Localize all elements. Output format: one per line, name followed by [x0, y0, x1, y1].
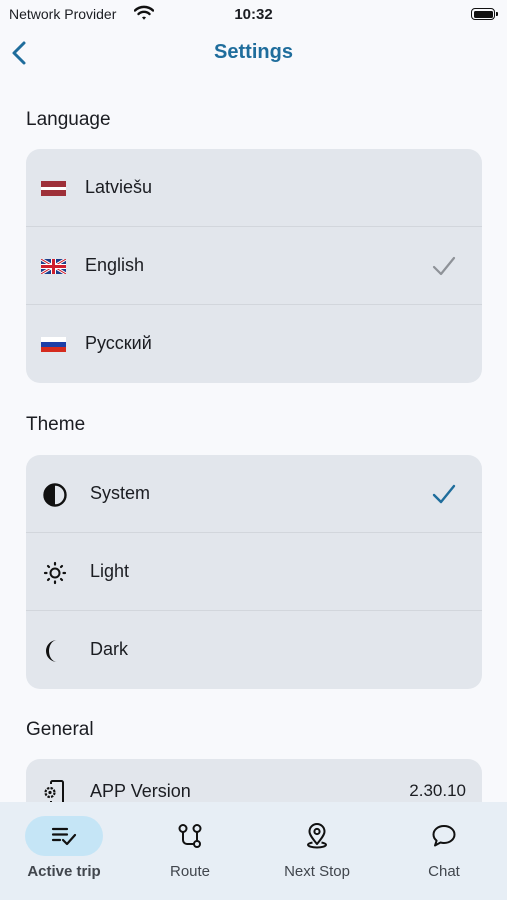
theme-option-dark[interactable]: Dark — [26, 611, 482, 689]
theme-list: System Light Dark — [26, 455, 482, 689]
moon-icon — [46, 640, 57, 662]
language-option-latvian[interactable]: Latviešu — [26, 149, 482, 227]
page-title: Settings — [214, 41, 293, 63]
theme-option-light[interactable]: Light — [26, 533, 482, 611]
theme-label: Light — [90, 561, 130, 581]
route-icon — [178, 824, 202, 848]
tab-label: Route — [169, 863, 211, 880]
battery-icon — [471, 8, 498, 20]
half-circle-icon — [43, 483, 67, 507]
checkmark-icon — [432, 484, 456, 504]
sun-icon — [43, 561, 67, 585]
checkmark-icon — [432, 256, 456, 276]
app-version-value: 2.30.10 — [409, 781, 466, 800]
theme-label: System — [90, 483, 151, 503]
tab-label: Chat — [428, 863, 460, 880]
tab-label: Next Stop — [284, 863, 350, 880]
latvia-flag-icon — [41, 181, 66, 196]
tab-active-trip[interactable]: Active trip — [1, 802, 127, 900]
language-label: English — [85, 255, 145, 275]
clock: 10:32 — [234, 6, 273, 23]
bottom-tab-bar: Active trip Route Next Stop Chat — [0, 802, 507, 900]
tab-route[interactable]: Route — [127, 802, 253, 900]
app-version-label: APP Version — [90, 781, 191, 801]
language-label: Русский — [85, 333, 152, 353]
russia-flag-icon — [41, 337, 66, 352]
active-tab-indicator — [25, 816, 103, 856]
tab-chat[interactable]: Chat — [381, 802, 507, 900]
checklist-icon — [51, 827, 77, 846]
language-label: Latviešu — [85, 177, 153, 197]
navigation-bar: Settings — [0, 30, 507, 76]
location-pin-icon — [307, 823, 327, 849]
status-bar: Network Provider 10:32 — [0, 0, 507, 30]
language-section-title: Language — [26, 109, 111, 130]
language-option-russian[interactable]: Русский — [26, 305, 482, 383]
chat-bubble-icon — [432, 825, 456, 847]
language-list: Latviešu English Русский — [26, 149, 482, 383]
theme-label: Dark — [90, 639, 129, 659]
tab-label: Active trip — [27, 863, 101, 880]
uk-flag-icon — [41, 259, 66, 274]
tab-next-stop[interactable]: Next Stop — [254, 802, 380, 900]
general-section-title: General — [26, 719, 94, 740]
theme-section-title: Theme — [26, 414, 86, 435]
language-option-english[interactable]: English — [26, 227, 482, 305]
theme-option-system[interactable]: System — [26, 455, 482, 533]
